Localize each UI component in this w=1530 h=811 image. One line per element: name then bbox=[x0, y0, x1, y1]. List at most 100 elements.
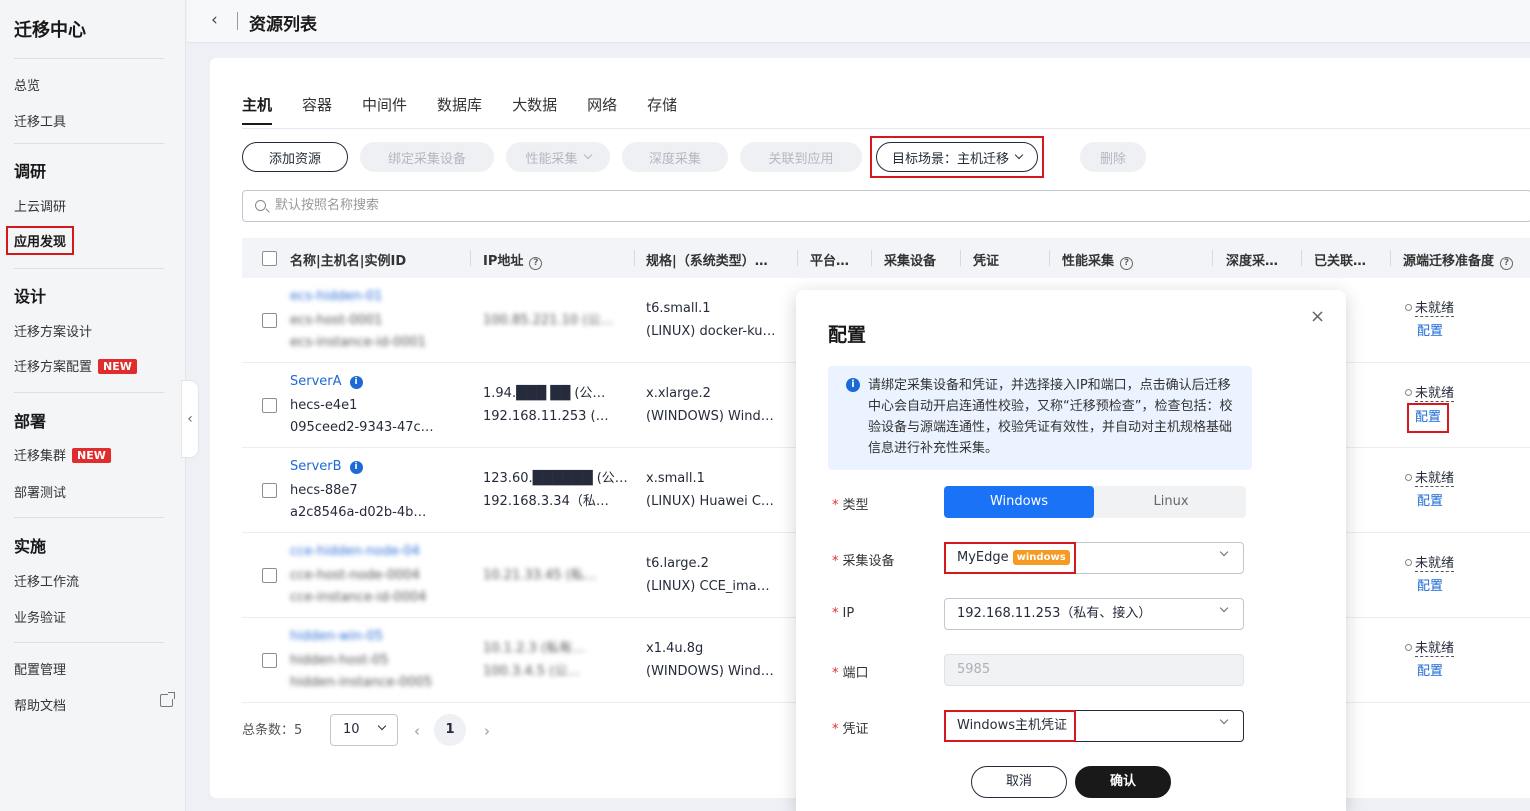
port-label: * 端口 bbox=[832, 666, 869, 681]
confirm-button[interactable]: 确认 bbox=[1075, 766, 1171, 798]
host-name: ecs-host-0001 bbox=[290, 313, 383, 328]
config-dialog: 配置 × i 请绑定采集设备和凭证，并选择接入IP和端口，点击确认后迁移中心会自… bbox=[796, 290, 1346, 811]
help-icon[interactable]: ? bbox=[1500, 257, 1514, 270]
info-icon[interactable]: i bbox=[349, 376, 363, 389]
select-all-checkbox[interactable] bbox=[262, 251, 277, 266]
next-page-icon[interactable]: › bbox=[484, 722, 490, 740]
row-checkbox[interactable] bbox=[262, 398, 277, 413]
status-badge: 未就绪 bbox=[1405, 468, 1455, 490]
spec: x1.4u.8g bbox=[646, 641, 704, 656]
col-label: 性能采集 bbox=[1062, 254, 1115, 269]
col-platform: 平台… bbox=[810, 254, 850, 269]
type-option-windows[interactable]: Windows bbox=[944, 486, 1094, 518]
prev-page-icon[interactable]: ‹ bbox=[414, 722, 420, 740]
config-link[interactable]: 配置 bbox=[1406, 403, 1450, 433]
col-name: 名称|主机名|实例ID bbox=[290, 254, 407, 269]
sidebar-item-overview[interactable]: 总览 bbox=[14, 75, 40, 94]
divider bbox=[960, 250, 961, 266]
resource-name-link[interactable]: ServerB bbox=[290, 459, 342, 474]
status-dot-icon bbox=[1405, 389, 1412, 396]
search-input[interactable]: 默认按照名称搜索 bbox=[242, 190, 1530, 222]
resource-name-link[interactable]: ServerA bbox=[290, 374, 342, 389]
external-link-icon[interactable] bbox=[160, 692, 175, 707]
status-dot-icon bbox=[1405, 474, 1412, 481]
col-label: 源端迁移准备度 bbox=[1403, 254, 1495, 269]
deep-collect-button[interactable]: 深度采集 bbox=[622, 142, 728, 172]
status-dot-icon bbox=[1405, 304, 1412, 311]
row-checkbox[interactable] bbox=[262, 568, 277, 583]
page-number[interactable]: 1 bbox=[434, 714, 466, 746]
resource-name-link[interactable]: ecs-hidden-01 bbox=[290, 289, 382, 304]
row-checkbox[interactable] bbox=[262, 313, 277, 328]
tab-network[interactable]: 网络 bbox=[587, 94, 617, 125]
tab-host[interactable]: 主机 bbox=[242, 94, 273, 125]
ip-select[interactable]: 192.168.11.253（私有、接入） bbox=[944, 598, 1244, 630]
sidebar-item-help-doc[interactable]: 帮助文档 bbox=[14, 695, 66, 714]
sidebar-item-biz-verify[interactable]: 业务验证 bbox=[14, 607, 66, 626]
type-option-linux[interactable]: Linux bbox=[1096, 486, 1246, 518]
credential-select[interactable]: Windows主机凭证 bbox=[944, 710, 1244, 742]
sidebar-item-cluster[interactable]: 迁移集群 NEW bbox=[14, 445, 111, 464]
help-icon[interactable]: ? bbox=[529, 257, 543, 270]
sidebar-item-plan-config[interactable]: 迁移方案配置 NEW bbox=[14, 356, 137, 375]
chevron-down-icon bbox=[1219, 603, 1229, 613]
config-link[interactable]: 配置 bbox=[1417, 491, 1443, 513]
tab-middleware[interactable]: 中间件 bbox=[362, 94, 407, 125]
config-link[interactable]: 配置 bbox=[1417, 321, 1443, 343]
tab-bigdata[interactable]: 大数据 bbox=[512, 94, 557, 125]
sidebar-item-workflow[interactable]: 迁移工作流 bbox=[14, 571, 79, 590]
tab-storage[interactable]: 存储 bbox=[647, 94, 677, 125]
status-text: 未就绪 bbox=[1415, 641, 1455, 657]
bind-device-button[interactable]: 绑定采集设备 bbox=[360, 142, 494, 172]
sidebar-item-tools[interactable]: 迁移工具 bbox=[14, 111, 66, 130]
sidebar-item-plan-design[interactable]: 迁移方案设计 bbox=[14, 321, 92, 340]
os-type: (LINUX) CCE_ima… bbox=[646, 579, 770, 594]
resource-name-link[interactable]: hidden-win-05 bbox=[290, 629, 383, 644]
col-spec: 规格|（系统类型）… bbox=[646, 254, 768, 269]
back-icon[interactable]: ‹ bbox=[211, 10, 218, 30]
config-link[interactable]: 配置 bbox=[1417, 661, 1443, 683]
ip-address: 1.94.███ ██ (公… bbox=[483, 386, 606, 401]
status-dot-icon bbox=[1405, 644, 1412, 651]
chevron-down-icon bbox=[1219, 547, 1229, 557]
host-name: cce-host-node-0004 bbox=[290, 568, 420, 583]
port-field[interactable]: 5985 bbox=[944, 654, 1244, 686]
config-link[interactable]: 配置 bbox=[1417, 576, 1443, 598]
button-label: 性能采集 bbox=[525, 151, 578, 167]
label-text: 端口 bbox=[842, 666, 869, 681]
divider bbox=[634, 250, 635, 266]
host-name: hidden-host-05 bbox=[290, 653, 389, 668]
status-badge: 未就绪 bbox=[1405, 383, 1455, 405]
sidebar-item-cloud-research[interactable]: 上云调研 bbox=[14, 196, 66, 215]
divider bbox=[14, 392, 164, 393]
info-icon[interactable]: i bbox=[349, 461, 363, 474]
os-type: (WINDOWS) Wind… bbox=[646, 409, 774, 424]
device-select[interactable]: MyEdge windows bbox=[944, 542, 1244, 574]
host-name: hecs-88e7 bbox=[290, 483, 358, 498]
close-icon[interactable]: × bbox=[1310, 306, 1325, 327]
row-checkbox[interactable] bbox=[262, 483, 277, 498]
sidebar-group-research: 调研 bbox=[14, 162, 47, 181]
sidebar-item-config-mgmt[interactable]: 配置管理 bbox=[14, 659, 66, 678]
type-label: * 类型 bbox=[832, 498, 869, 513]
sidebar-item-app-discovery[interactable]: 应用发现 bbox=[5, 226, 75, 255]
perf-collect-button[interactable]: 性能采集 bbox=[506, 142, 610, 172]
sidebar-item-deploy-test[interactable]: 部署测试 bbox=[14, 482, 66, 501]
link-app-button[interactable]: 关联到应用 bbox=[740, 142, 862, 172]
row-checkbox[interactable] bbox=[262, 653, 277, 668]
delete-button[interactable]: 删除 bbox=[1080, 142, 1146, 172]
collapse-sidebar-button[interactable]: ‹ bbox=[181, 380, 199, 458]
tab-container[interactable]: 容器 bbox=[302, 94, 332, 125]
ip-address: 192.168.3.34（私… bbox=[483, 494, 609, 509]
help-icon[interactable]: ? bbox=[1120, 257, 1134, 270]
new-badge: NEW bbox=[72, 448, 111, 463]
col-deep: 深度采… bbox=[1226, 254, 1279, 269]
ip-address: 100.3.4.5 (公… bbox=[483, 664, 581, 679]
sidebar-group-deploy: 部署 bbox=[14, 412, 47, 431]
resource-name-link[interactable]: cce-hidden-node-04 bbox=[290, 544, 420, 559]
cancel-button[interactable]: 取消 bbox=[971, 766, 1067, 798]
add-resource-button[interactable]: 添加资源 bbox=[242, 142, 348, 172]
page-size-select[interactable]: 10 bbox=[330, 714, 398, 746]
tab-database[interactable]: 数据库 bbox=[437, 94, 482, 125]
os-type: (LINUX) docker-ku… bbox=[646, 324, 776, 339]
